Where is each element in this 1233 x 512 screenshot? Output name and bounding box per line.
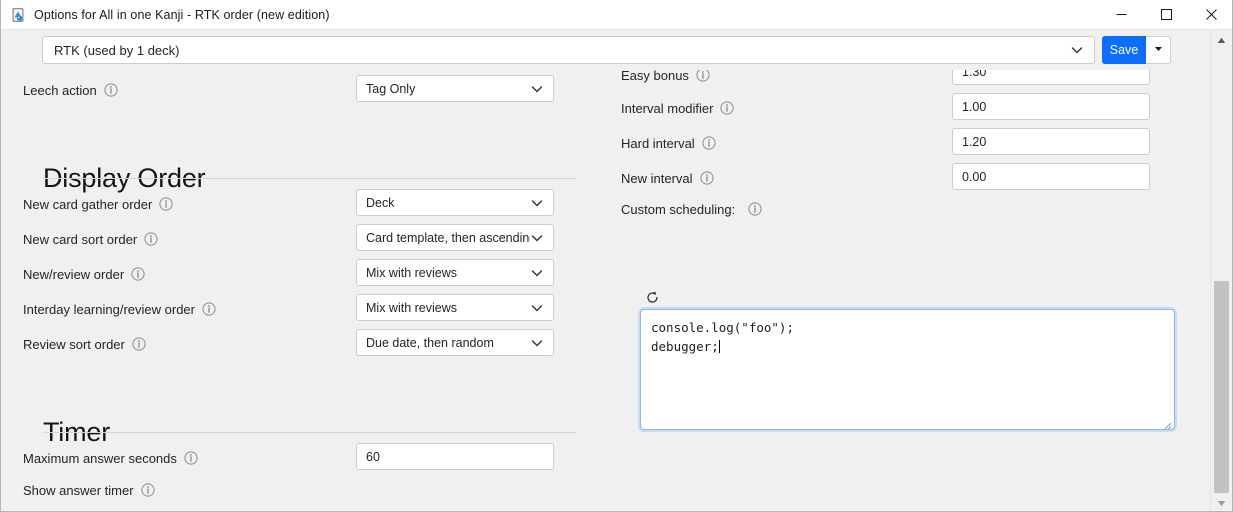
- row-easy-bonus: Easy bonus: [621, 70, 710, 90]
- select-review-sort-order-value: Due date, then random: [366, 335, 494, 350]
- scroll-up-arrow-icon[interactable]: [1211, 31, 1232, 49]
- label-new-card-gather-order: New card gather order: [23, 196, 153, 212]
- select-new-review-order[interactable]: Mix with reviews: [356, 259, 554, 286]
- label-new-card-sort-order: New card sort order: [23, 231, 138, 247]
- info-icon[interactable]: [132, 337, 146, 351]
- select-interday-learning-review-order[interactable]: Mix with reviews: [356, 294, 554, 321]
- preset-select-value: RTK (used by 1 deck): [54, 42, 180, 58]
- chevron-down-icon: [530, 266, 544, 280]
- select-new-card-gather-order-value: Deck: [366, 195, 395, 210]
- input-easy-bonus-value: 1.30: [962, 70, 987, 79]
- row-new-card-sort-order: New card sort order: [23, 224, 158, 254]
- select-new-review-order-value: Mix with reviews: [366, 265, 457, 280]
- info-icon[interactable]: [748, 202, 762, 216]
- input-hard-interval[interactable]: 1.20: [952, 128, 1150, 155]
- input-hard-interval-value: 1.20: [962, 134, 987, 149]
- row-leech-action: Leech action: [23, 75, 118, 105]
- row-new-review-order: New/review order: [23, 259, 145, 289]
- label-new-interval: New interval: [621, 170, 693, 186]
- revert-arrow-icon[interactable]: [645, 290, 660, 310]
- select-new-card-sort-order[interactable]: Card template, then ascending: [356, 224, 554, 251]
- input-interval-modifier[interactable]: 1.00: [952, 93, 1150, 120]
- save-dropdown-button[interactable]: [1146, 36, 1171, 64]
- custom-scheduling-textarea[interactable]: console.log("foo"); debugger;: [640, 309, 1175, 430]
- chevron-down-icon: [530, 82, 544, 96]
- minimize-button[interactable]: [1099, 0, 1144, 30]
- anki-deck-icon: [10, 7, 26, 23]
- label-leech-action: Leech action: [23, 82, 97, 98]
- maximize-button[interactable]: [1144, 0, 1189, 30]
- label-easy-bonus: Easy bonus: [621, 70, 689, 83]
- label-show-answer-timer: Show answer timer: [23, 482, 134, 498]
- row-review-sort-order: Review sort order: [23, 329, 146, 359]
- input-maximum-answer-seconds-value: 60: [366, 449, 380, 464]
- chevron-down-icon: [530, 301, 544, 315]
- window-title: Options for All in one Kanji - RTK order…: [34, 7, 330, 22]
- label-new-review-order: New/review order: [23, 266, 125, 282]
- label-maximum-answer-seconds: Maximum answer seconds: [23, 450, 177, 466]
- select-review-sort-order[interactable]: Due date, then random: [356, 329, 554, 356]
- info-icon[interactable]: [184, 451, 198, 465]
- info-icon[interactable]: [720, 101, 735, 115]
- input-interval-modifier-value: 1.00: [962, 99, 987, 114]
- select-interday-learning-review-order-value: Mix with reviews: [366, 300, 457, 315]
- info-icon[interactable]: [202, 302, 216, 316]
- vertical-scrollbar[interactable]: [1210, 31, 1232, 511]
- options-header: RTK (used by 1 deck) Save: [1, 31, 1232, 70]
- info-icon[interactable]: [696, 70, 710, 82]
- chevron-down-icon: [530, 196, 544, 210]
- caret-down-icon: [1153, 41, 1164, 59]
- row-new-interval: New interval: [621, 163, 714, 193]
- input-new-interval-value: 0.00: [962, 169, 987, 184]
- close-button[interactable]: [1189, 0, 1232, 30]
- info-icon[interactable]: [104, 83, 118, 97]
- row-interday-learning-review-order: Interday learning/review order: [23, 294, 216, 324]
- label-hard-interval: Hard interval: [621, 135, 695, 151]
- title-bar: Options for All in one Kanji - RTK order…: [1, 0, 1232, 30]
- info-icon[interactable]: [159, 197, 173, 211]
- options-window: Options for All in one Kanji - RTK order…: [0, 0, 1233, 512]
- scroll-down-arrow-icon[interactable]: [1211, 494, 1232, 511]
- info-icon[interactable]: [699, 171, 714, 185]
- input-new-interval[interactable]: 0.00: [952, 163, 1150, 190]
- label-interval-modifier: Interval modifier: [621, 100, 714, 116]
- custom-scheduling-code: console.log("foo"); debugger;: [651, 320, 794, 354]
- info-icon[interactable]: [702, 136, 716, 150]
- chevron-down-icon: [530, 336, 544, 350]
- info-icon[interactable]: [140, 483, 155, 497]
- row-custom-scheduling: Custom scheduling:: [621, 194, 762, 224]
- label-custom-scheduling: Custom scheduling:: [621, 201, 736, 217]
- row-interval-modifier: Interval modifier: [621, 93, 735, 123]
- label-interday-learning-review-order: Interday learning/review order: [23, 301, 195, 317]
- section-rule-timer: [43, 432, 577, 433]
- select-leech-action[interactable]: Tag Only: [356, 75, 554, 102]
- row-maximum-answer-seconds: Maximum answer seconds: [23, 443, 198, 473]
- row-hard-interval: Hard interval: [621, 128, 716, 158]
- row-show-answer-timer: Show answer timer: [23, 475, 155, 505]
- info-icon[interactable]: [131, 267, 145, 281]
- row-new-card-gather-order: New card gather order: [23, 189, 173, 219]
- resize-grip-icon[interactable]: [1162, 417, 1172, 429]
- preset-select[interactable]: RTK (used by 1 deck): [42, 36, 1095, 64]
- chevron-down-icon: [530, 231, 544, 245]
- scrollbar-thumb[interactable]: [1214, 281, 1229, 493]
- save-button[interactable]: Save: [1102, 36, 1146, 64]
- select-leech-action-value: Tag Only: [366, 81, 416, 96]
- options-scroll-body: Leech action Tag Only Display Order New …: [1, 70, 1212, 511]
- select-new-card-gather-order[interactable]: Deck: [356, 189, 554, 216]
- section-rule-display-order: [43, 178, 577, 179]
- select-new-card-sort-order-value: Card template, then ascending: [366, 230, 530, 245]
- chevron-down-icon: [1070, 43, 1084, 57]
- text-cursor: [718, 340, 720, 353]
- info-icon[interactable]: [144, 232, 158, 246]
- input-easy-bonus[interactable]: 1.30: [952, 70, 1150, 85]
- input-maximum-answer-seconds[interactable]: 60: [356, 443, 554, 470]
- label-review-sort-order: Review sort order: [23, 336, 125, 352]
